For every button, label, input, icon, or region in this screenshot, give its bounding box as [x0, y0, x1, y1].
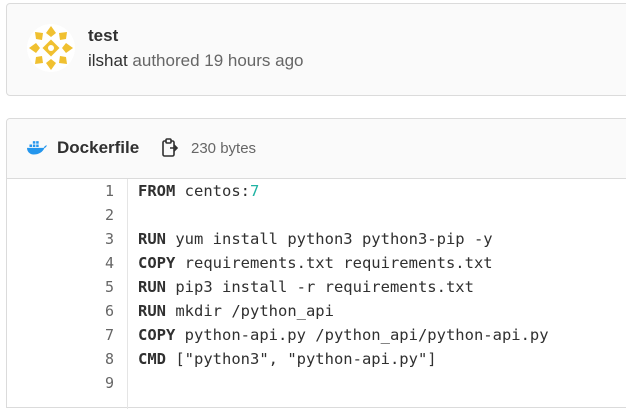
copy-clipboard-icon[interactable]: [161, 137, 179, 159]
docker-icon: [27, 141, 47, 155]
line-number[interactable]: 3: [7, 227, 127, 251]
file-viewer: Dockerfile 230 bytes 123456789 FROM cent…: [6, 118, 626, 409]
code-line: CMD ["python3", "python-api.py"]: [138, 347, 549, 371]
commit-title[interactable]: test: [88, 26, 118, 46]
commit-author-link[interactable]: ilshat: [88, 51, 128, 70]
code-line: RUN pip3 install -r requirements.txt: [138, 275, 549, 299]
code-line: COPY requirements.txt requirements.txt: [138, 251, 549, 275]
code-keyword: COPY: [138, 254, 176, 272]
line-number[interactable]: 5: [7, 275, 127, 299]
code-keyword: RUN: [138, 278, 166, 296]
commit-meta-text: authored 19 hours ago: [127, 51, 304, 70]
identicon-avatar-icon[interactable]: [26, 23, 76, 73]
code-content: FROM centos:7 RUN yum install python3 pyt…: [138, 179, 549, 395]
code-keyword: CMD: [138, 350, 166, 368]
code-text: centos:: [175, 182, 250, 200]
line-number[interactable]: 8: [7, 347, 127, 371]
line-number[interactable]: 9: [7, 371, 127, 395]
code-number: 7: [249, 182, 260, 200]
code-line: COPY python-api.py /python_api/python-ap…: [138, 323, 549, 347]
line-number[interactable]: 7: [7, 323, 127, 347]
code-text: python-api.py /python_api/python-api.py: [175, 326, 549, 344]
line-number[interactable]: 2: [7, 203, 127, 227]
code-keyword: FROM: [138, 182, 176, 200]
line-number[interactable]: 1: [7, 179, 127, 203]
code-line: FROM centos:7: [138, 179, 549, 203]
code-text: ["python3", "python-api.py"]: [166, 350, 437, 368]
commit-meta: ilshat authored 19 hours ago: [88, 51, 304, 71]
code-keyword: RUN: [138, 302, 166, 320]
file-size: 230 bytes: [191, 140, 257, 157]
code-line: RUN yum install python3 python3-pip -y: [138, 227, 549, 251]
code-line: RUN mkdir /python_api: [138, 299, 549, 323]
code-text: yum install python3 python3-pip -y: [166, 230, 493, 248]
line-numbers-gutter: 123456789: [7, 179, 128, 409]
file-header: Dockerfile 230 bytes: [7, 119, 626, 179]
code-text: pip3 install -r requirements.txt: [166, 278, 474, 296]
commit-info-panel: test ilshat authored 19 hours ago: [6, 3, 626, 96]
code-keyword: RUN: [138, 230, 166, 248]
line-number[interactable]: 4: [7, 251, 127, 275]
code-text: requirements.txt requirements.txt: [175, 254, 493, 272]
file-name: Dockerfile: [57, 138, 140, 157]
line-number[interactable]: 6: [7, 299, 127, 323]
code-keyword: COPY: [138, 326, 176, 344]
code-text: mkdir /python_api: [166, 302, 334, 320]
